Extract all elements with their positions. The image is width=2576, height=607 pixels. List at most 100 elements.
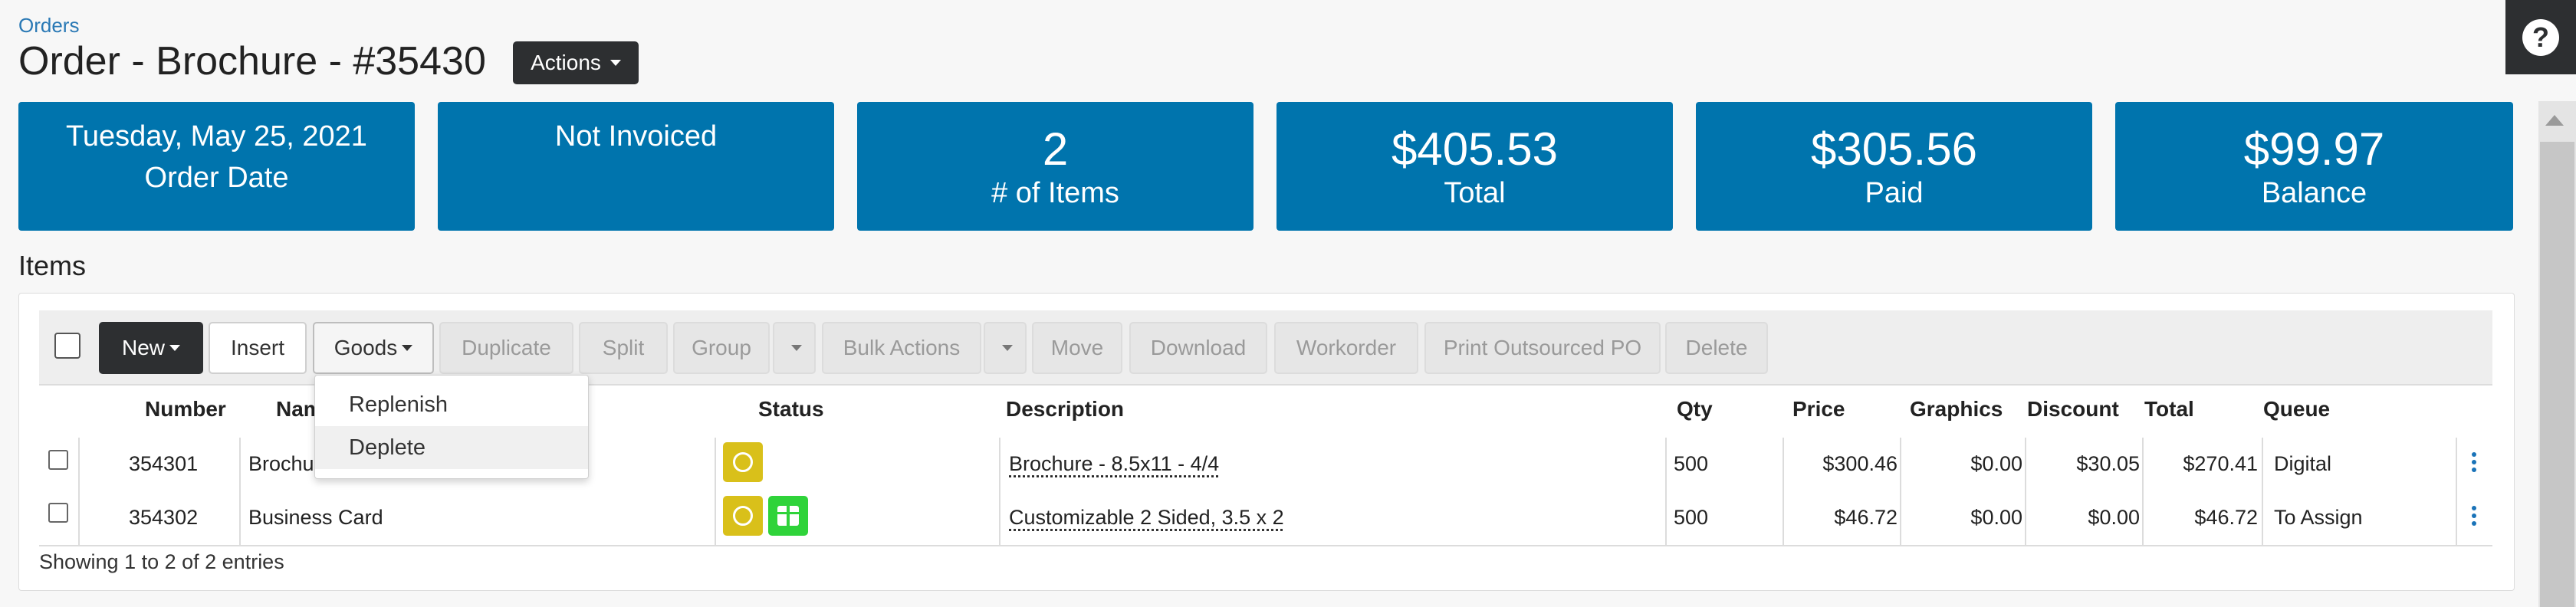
duplicate-button[interactable]: Duplicate [439, 322, 573, 374]
in-progress-ring-icon [733, 506, 753, 526]
goods-button[interactable]: Goods [313, 322, 434, 374]
goods-dropdown-menu: Replenish Deplete [314, 375, 589, 479]
caret-down-icon [402, 345, 413, 351]
page: Orders Order - Brochure - #35430 Actions… [0, 0, 2576, 607]
column-header-total[interactable]: Total [2144, 397, 2194, 422]
column-divider [2262, 438, 2263, 546]
cell-queue: To Assign [2274, 506, 2363, 529]
row-checkbox[interactable] [48, 503, 68, 523]
column-divider [2142, 438, 2144, 546]
in-progress-ring-icon [733, 452, 753, 472]
column-divider [999, 438, 1001, 546]
cell-price: $46.72 [1834, 506, 1898, 529]
cell-graphics: $0.00 [1970, 452, 2022, 475]
bulk-actions-dropdown-toggle[interactable] [984, 322, 1027, 374]
cell-description[interactable]: Brochure - 8.5x11 - 4/4 [1009, 452, 1219, 476]
cell-queue: Digital [2274, 452, 2332, 475]
table-info: Showing 1 to 2 of 2 entries [39, 550, 284, 573]
menu-item-deplete[interactable]: Deplete [315, 426, 588, 469]
paid-value: $305.56 [1811, 123, 1977, 175]
bulk-actions-button[interactable]: Bulk Actions [822, 322, 981, 374]
goods-label: Goods [334, 336, 398, 359]
menu-item-replenish[interactable]: Replenish [315, 383, 588, 426]
cell-description[interactable]: Customizable 2 Sided, 3.5 x 2 [1009, 506, 1284, 530]
column-divider [1783, 438, 1784, 546]
order-date-label: Order Date [144, 162, 289, 194]
card-item-count: 2 # of Items [857, 102, 1254, 231]
column-divider [239, 438, 241, 546]
row-menu-kebab-icon[interactable] [2472, 452, 2476, 472]
card-balance: $99.97 Balance [2115, 102, 2513, 231]
status-badge[interactable] [723, 442, 763, 482]
cell-total: $270.41 [2183, 452, 2258, 475]
column-header-number[interactable]: Number [145, 397, 226, 422]
items-heading: Items [18, 250, 87, 281]
card-total: $405.53 Total [1276, 102, 1673, 231]
download-button[interactable]: Download [1129, 322, 1267, 374]
cell-price: $300.46 [1822, 452, 1898, 475]
status-badge[interactable] [723, 496, 763, 536]
split-button[interactable]: Split [579, 322, 668, 374]
column-divider [1900, 438, 1901, 546]
caret-down-icon [1002, 345, 1013, 351]
invoice-status-value: Not Invoiced [554, 120, 718, 153]
caret-down-icon [610, 60, 621, 66]
total-label: Total [1444, 177, 1506, 209]
move-button[interactable]: Move [1032, 322, 1122, 374]
cell-discount: $30.05 [2076, 452, 2140, 475]
balance-value: $99.97 [2243, 123, 2385, 175]
scrollbar-thumb[interactable] [2540, 142, 2574, 607]
page-title: Order - Brochure - #35430 [18, 39, 486, 84]
row-checkbox[interactable] [48, 450, 68, 470]
group-button[interactable]: Group [673, 322, 770, 374]
help-icon: ? [2522, 18, 2559, 56]
workorder-button[interactable]: Workorder [1274, 322, 1418, 374]
column-divider [2025, 438, 2026, 546]
card-paid: $305.56 Paid [1696, 102, 2092, 231]
cell-number[interactable]: 354302 [129, 506, 198, 530]
select-all-checkbox[interactable] [54, 333, 80, 359]
print-outsourced-po-button[interactable]: Print Outsourced PO [1424, 322, 1661, 374]
caret-down-icon [169, 345, 180, 351]
column-header-status[interactable]: Status [758, 397, 824, 422]
order-date-value: Tuesday, May 25, 2021 [66, 120, 367, 153]
column-divider [715, 438, 716, 546]
new-button[interactable]: New [99, 322, 203, 374]
new-label: New [121, 336, 165, 359]
insert-button[interactable]: Insert [209, 322, 307, 374]
item-count-value: 2 [1042, 123, 1069, 175]
card-order-date: Tuesday, May 25, 2021 Order Date [18, 102, 415, 231]
cell-total: $46.72 [2194, 506, 2258, 529]
column-header-queue[interactable]: Queue [2263, 397, 2330, 422]
actions-label: Actions [531, 51, 601, 74]
total-value: $405.53 [1392, 123, 1558, 175]
breadcrumb-orders[interactable]: Orders [18, 14, 79, 38]
scroll-up-arrow-icon[interactable] [2545, 115, 2564, 126]
delete-button[interactable]: Delete [1665, 322, 1768, 374]
cell-qty: 500 [1674, 506, 1709, 529]
cell-qty: 500 [1674, 452, 1709, 475]
column-header-discount[interactable]: Discount [2027, 397, 2119, 422]
card-invoice-status: Not Invoiced [438, 102, 834, 231]
column-header-qty[interactable]: Qty [1677, 397, 1713, 422]
column-divider [2456, 438, 2457, 546]
actions-button[interactable]: Actions [513, 41, 639, 84]
group-dropdown-toggle[interactable] [773, 322, 816, 374]
cell-graphics: $0.00 [1970, 506, 2022, 529]
column-header-graphics[interactable]: Graphics [1910, 397, 2003, 422]
cell-name: Business Card [248, 506, 383, 529]
column-header-description[interactable]: Description [1006, 397, 1124, 422]
paid-label: Paid [1865, 177, 1924, 209]
status-badge[interactable] [768, 496, 808, 536]
cell-number[interactable]: 354301 [129, 452, 198, 476]
column-divider [78, 438, 80, 546]
item-count-label: # of Items [991, 177, 1119, 209]
caret-down-icon [791, 345, 802, 351]
row-menu-kebab-icon[interactable] [2472, 506, 2476, 526]
column-divider [1665, 438, 1667, 546]
cell-discount: $0.00 [2088, 506, 2140, 529]
balance-label: Balance [2261, 177, 2367, 209]
help-button[interactable]: ? [2505, 0, 2576, 74]
column-header-price[interactable]: Price [1792, 397, 1845, 422]
package-icon [777, 506, 799, 526]
